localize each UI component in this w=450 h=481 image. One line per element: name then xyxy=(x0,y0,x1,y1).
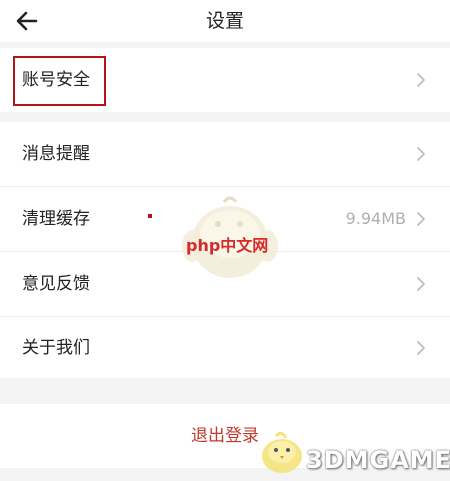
chick-mascot-watermark xyxy=(262,431,302,473)
settings-item-about-us[interactable]: 关于我们 xyxy=(0,316,450,380)
chevron-right-icon xyxy=(417,212,425,226)
php-watermark-text: php中文网 xyxy=(186,236,269,255)
arrow-left-icon xyxy=(16,11,38,31)
settings-item-label: 意见反馈 xyxy=(22,274,90,294)
3dmgame-watermark-text: 3DMGAME xyxy=(306,446,450,474)
back-button[interactable] xyxy=(10,4,44,38)
chevron-right-icon xyxy=(417,341,425,355)
page-title: 设置 xyxy=(205,10,244,32)
chevron-right-icon xyxy=(417,277,425,291)
settings-item-notifications[interactable]: 消息提醒 xyxy=(0,122,450,186)
cache-size-value: 9.94MB xyxy=(345,209,406,228)
settings-item-label: 消息提醒 xyxy=(22,144,90,164)
chevron-right-icon xyxy=(417,73,425,87)
annotation-dot xyxy=(148,214,152,218)
chevron-right-icon xyxy=(417,147,425,161)
settings-item-label: 关于我们 xyxy=(22,338,90,358)
highlight-box xyxy=(13,56,106,106)
settings-item-label: 清理缓存 xyxy=(22,209,90,229)
top-bar: 设置 xyxy=(0,0,450,42)
